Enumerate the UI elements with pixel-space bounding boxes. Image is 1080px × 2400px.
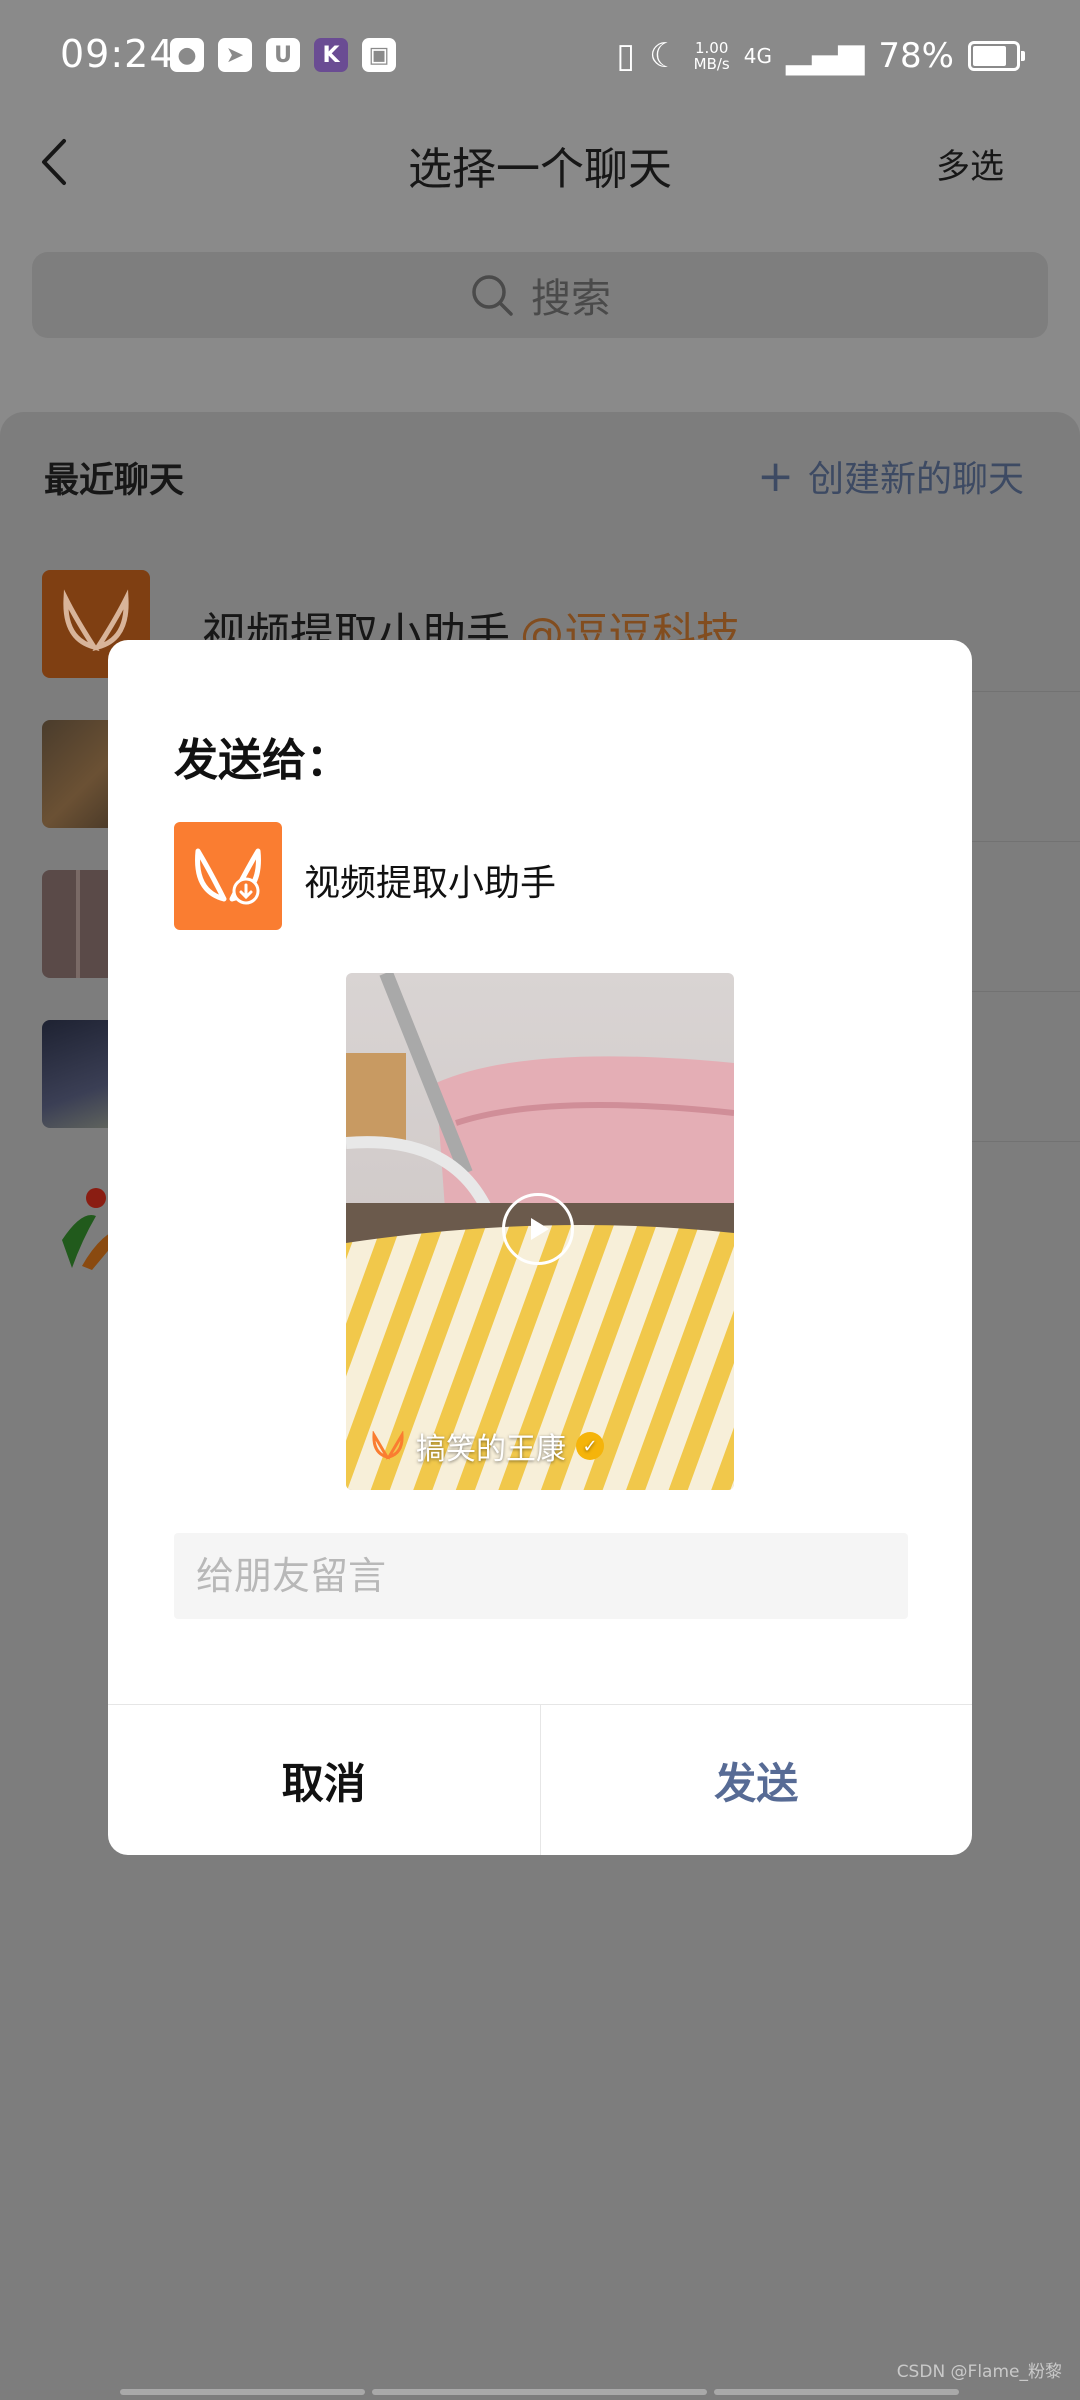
new-chat-button[interactable]: + 创建新的聊天 — [757, 450, 1024, 502]
video-caption: 搞笑的王康 ✓ — [370, 1424, 604, 1468]
search-icon — [472, 275, 513, 316]
vibrate-icon: ▯ — [616, 36, 636, 76]
page-title: 选择一个聊天 — [408, 144, 672, 195]
cancel-button[interactable]: 取消 — [108, 1705, 541, 1855]
network-speed-value: 1.00 — [694, 39, 729, 57]
send-dialog: 发送给： 视频提取小助手 搞笑的王康 ✓ 给朋友留言 取消 发送 — [108, 640, 972, 1855]
play-icon — [531, 1218, 549, 1240]
wechat-icon: ● — [170, 38, 204, 72]
butterfly-logo-icon — [372, 1431, 404, 1460]
paper-plane-icon: ➤ — [218, 38, 252, 72]
butterfly-logo-icon — [195, 848, 261, 905]
message-input[interactable] — [174, 1533, 908, 1619]
multi-select-button[interactable]: 多选 — [936, 139, 1004, 188]
plus-icon: + — [757, 450, 794, 502]
status-time: 09:24 — [60, 32, 175, 76]
battery-percent: 78% — [878, 36, 954, 76]
target-name: 视频提取小助手 — [304, 863, 557, 904]
play-button[interactable] — [502, 1193, 574, 1265]
home-indicator — [714, 2389, 959, 2395]
recent-chats-title: 最近聊天 — [44, 461, 185, 501]
status-indicators: ▯ ☾ 1.00 MB/s 4G ▂▄▆ 78% — [616, 36, 1025, 76]
signal-icon: ▂▄▆ — [785, 36, 865, 76]
home-indicator — [120, 2389, 365, 2395]
video-preview[interactable]: 搞笑的王康 ✓ — [346, 973, 734, 1490]
moon-icon: ☾ — [649, 36, 680, 76]
status-bar: 09:24 ● ➤ U K ▣ ▯ ☾ 1.00 MB/s 4G ▂▄▆ 78% — [0, 0, 1080, 115]
notification-icons: ● ➤ U K ▣ — [170, 38, 396, 72]
k-icon: K — [314, 38, 348, 72]
nav-header: 选择一个聊天 多选 — [0, 115, 1080, 210]
verified-icon: ✓ — [576, 1432, 604, 1460]
inbox-icon: ▣ — [362, 38, 396, 72]
network-speed: 1.00 MB/s — [694, 40, 730, 72]
battery-icon — [968, 41, 1025, 71]
home-indicator — [372, 2389, 707, 2395]
target-avatar — [174, 822, 282, 930]
signal-type: 4G — [743, 44, 772, 68]
new-chat-label: 创建新的聊天 — [807, 459, 1024, 500]
send-button[interactable]: 发送 — [541, 1705, 973, 1855]
cup-icon: U — [266, 38, 300, 72]
dialog-title: 发送给： — [174, 735, 350, 786]
search-input[interactable]: 搜索 — [32, 252, 1048, 338]
network-speed-unit: MB/s — [693, 55, 730, 73]
video-author: 搞笑的王康 — [416, 1432, 566, 1467]
search-placeholder: 搜索 — [531, 276, 611, 322]
dialog-actions: 取消 发送 — [108, 1704, 972, 1855]
watermark: CSDN @Flame_粉黎 — [896, 2362, 1062, 2382]
